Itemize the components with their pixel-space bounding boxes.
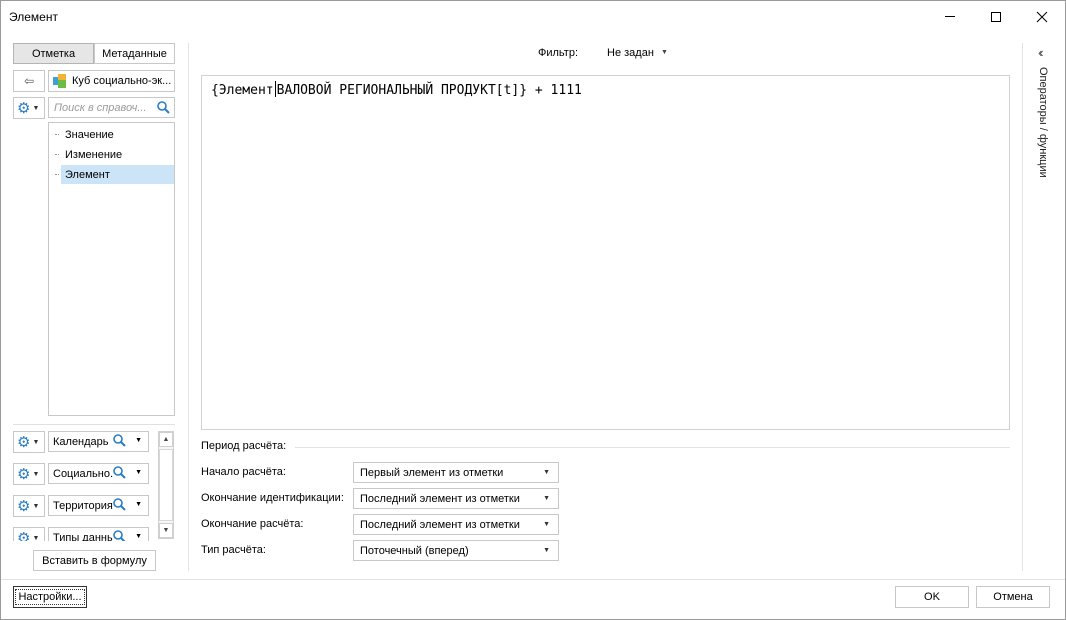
- formula-editor[interactable]: {Элемент ВАЛОВОЙ РЕГИОНАЛЬНЫЙ ПРОДУКТ[t]}…: [201, 75, 1010, 430]
- calc-start-select[interactable]: Первый элемент из отметки ▼: [353, 462, 559, 483]
- dictionary-search-input[interactable]: Поиск в справоч...: [48, 97, 175, 118]
- formula-part: {Элемент: [211, 83, 274, 98]
- tree-item-value[interactable]: Значение: [61, 125, 174, 144]
- search-icon[interactable]: [113, 434, 126, 450]
- chevron-down-icon: ▼: [543, 495, 550, 502]
- chevron-down-icon: ▼: [32, 438, 40, 446]
- search-placeholder: Поиск в справоч...: [54, 101, 147, 114]
- right-splitter[interactable]: [1022, 43, 1023, 571]
- calc-start-label: Начало расчёта:: [201, 466, 286, 478]
- identification-end-label: Окончание идентификации:: [201, 492, 344, 504]
- minimize-icon[interactable]: [927, 1, 973, 32]
- calc-end-select[interactable]: Последний элемент из отметки ▼: [353, 514, 559, 535]
- gear-icon: ⚙: [17, 99, 31, 117]
- double-chevron-left-icon[interactable]: ‹‹: [1038, 45, 1043, 60]
- settings-button[interactable]: Настройки...: [13, 586, 87, 608]
- dimensions-scrollbar[interactable]: ▲ ▼: [158, 431, 174, 539]
- footer-divider: [1, 579, 1065, 580]
- window-title: Элемент: [9, 10, 58, 24]
- chevron-down-icon[interactable]: ▼: [135, 469, 142, 476]
- cube-selector[interactable]: Куб социально-эк...: [48, 70, 175, 92]
- dimension-data-types[interactable]: Типы данных ▼: [48, 527, 149, 541]
- dimension-row: ⚙ ▼ Типы данных ▼: [13, 527, 153, 541]
- dimension-row: ⚙ ▼ Территория ▼: [13, 495, 153, 517]
- dimension-label: Календарь: [53, 435, 109, 448]
- period-divider: [295, 447, 1010, 448]
- chevron-down-icon: ▼: [32, 502, 40, 510]
- search-icon[interactable]: [113, 530, 126, 541]
- dimension-label: Социально...: [53, 467, 120, 480]
- chevron-down-icon: ▼: [32, 470, 40, 478]
- gear-icon: ⚙: [17, 497, 31, 515]
- calc-end-label: Окончание расчёта:: [201, 518, 304, 530]
- dimension-territory[interactable]: Территория ▼: [48, 495, 149, 516]
- maximize-icon[interactable]: [973, 1, 1019, 32]
- chevron-down-icon[interactable]: ▼: [661, 49, 668, 56]
- cube-nav-row: ⇦ Куб социально-эк...: [13, 70, 175, 92]
- scroll-thumb[interactable]: [159, 449, 173, 521]
- dimension-row: ⚙ ▼ Календарь ▼: [13, 431, 153, 453]
- chevron-down-icon: ▼: [32, 534, 40, 542]
- dialog-window: Элемент Отметка Метаданные ⇦ Куб социаль…: [0, 0, 1066, 620]
- dimension-settings-button[interactable]: ⚙ ▼: [13, 495, 45, 517]
- dimension-social[interactable]: Социально... ▼: [48, 463, 149, 484]
- settings-label: Настройки...: [15, 589, 85, 605]
- period-section-title: Период расчёта:: [201, 440, 287, 452]
- back-arrow-icon[interactable]: ⇦: [13, 70, 45, 92]
- tree-item-change[interactable]: Изменение: [61, 145, 174, 164]
- gear-icon: ⚙: [17, 465, 31, 483]
- formula-text: {Элемент ВАЛОВОЙ РЕГИОНАЛЬНЫЙ ПРОДУКТ[t]}…: [211, 81, 582, 98]
- text-cursor: [274, 81, 276, 97]
- chevron-down-icon[interactable]: ▼: [135, 501, 142, 508]
- dimension-label: Типы данных: [53, 531, 121, 542]
- dimension-label: Территория: [53, 499, 113, 512]
- insert-into-formula-button[interactable]: Вставить в формулу: [33, 550, 156, 571]
- dimension-settings-button[interactable]: ⚙ ▼: [13, 463, 45, 485]
- gear-icon: ⚙: [17, 433, 31, 451]
- cancel-button[interactable]: Отмена: [976, 586, 1050, 608]
- chevron-down-icon[interactable]: ▼: [135, 437, 142, 444]
- select-value: Поточечный (вперед): [360, 544, 469, 557]
- select-value: Последний элемент из отметки: [360, 518, 520, 531]
- left-splitter[interactable]: [188, 43, 189, 571]
- tab-selection[interactable]: Отметка: [13, 43, 94, 64]
- select-value: Последний элемент из отметки: [360, 492, 520, 505]
- title-bar: Элемент: [1, 1, 1065, 32]
- gear-icon: ⚙: [17, 529, 31, 542]
- tree-settings-button[interactable]: ⚙ ▼: [13, 97, 45, 119]
- left-tabs: Отметка Метаданные: [13, 43, 175, 64]
- search-icon[interactable]: [113, 466, 126, 482]
- cube-icon: [53, 74, 67, 88]
- element-tree: Значение Изменение Элемент: [48, 122, 175, 416]
- dimension-settings-button[interactable]: ⚙ ▼: [13, 431, 45, 453]
- tab-metadata[interactable]: Метаданные: [94, 43, 175, 64]
- chevron-down-icon: ▼: [543, 547, 550, 554]
- chevron-down-icon: ▼: [543, 469, 550, 476]
- cube-name: Куб социально-эк...: [72, 75, 172, 87]
- dimension-row: ⚙ ▼ Социально... ▼: [13, 463, 153, 485]
- filter-dropdown[interactable]: Не задан: [607, 47, 654, 59]
- search-icon[interactable]: [157, 101, 170, 117]
- left-divider: [13, 424, 175, 425]
- identification-end-select[interactable]: Последний элемент из отметки ▼: [353, 488, 559, 509]
- dimension-settings-button[interactable]: ⚙ ▼: [13, 527, 45, 541]
- filter-label: Фильтр:: [538, 47, 579, 59]
- close-icon[interactable]: [1019, 1, 1065, 32]
- chevron-down-icon: ▼: [543, 521, 550, 528]
- chevron-down-icon[interactable]: ▼: [135, 533, 142, 540]
- scroll-up-icon[interactable]: ▲: [159, 432, 173, 447]
- dimension-calendar[interactable]: Календарь ▼: [48, 431, 149, 452]
- formula-part: ВАЛОВОЙ РЕГИОНАЛЬНЫЙ ПРОДУКТ[t]} + 1111: [276, 83, 582, 98]
- calc-type-label: Тип расчёта:: [201, 544, 266, 556]
- scroll-down-icon[interactable]: ▼: [159, 523, 173, 538]
- chevron-down-icon: ▼: [32, 104, 40, 112]
- search-icon[interactable]: [113, 498, 126, 514]
- select-value: Первый элемент из отметки: [360, 466, 504, 479]
- ok-button[interactable]: OK: [895, 586, 969, 608]
- tree-item-element[interactable]: Элемент: [61, 165, 174, 184]
- operators-functions-panel-tab[interactable]: Операторы / функции: [1037, 67, 1049, 178]
- calc-type-select[interactable]: Поточечный (вперед) ▼: [353, 540, 559, 561]
